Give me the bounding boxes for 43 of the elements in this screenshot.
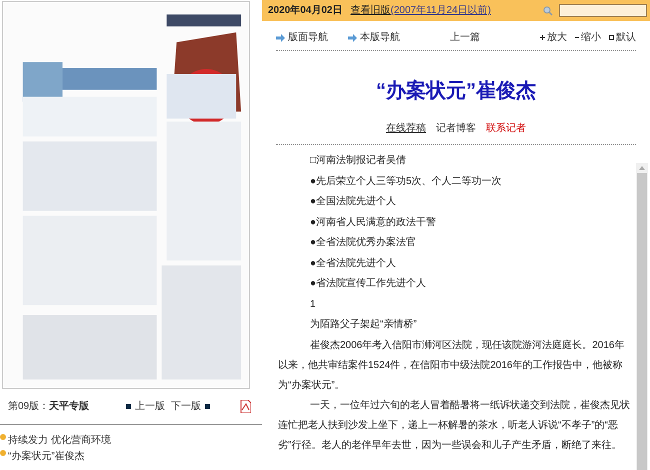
square-icon (609, 35, 614, 40)
text-line: ●先后荣立个人三等功5次、个人二等功一次 (309, 174, 503, 188)
old-edition-link[interactable]: 查看旧版 (350, 3, 390, 18)
font-size-link[interactable]: 默认 (616, 30, 636, 45)
article-action-link[interactable]: 联系记者 (486, 121, 526, 136)
scrollbar[interactable] (636, 163, 648, 470)
next-icon (205, 404, 210, 409)
plus-icon (540, 35, 545, 40)
search-field[interactable] (558, 4, 647, 17)
prev-icon (126, 404, 131, 409)
article-title: “办案状元”崔俊杰 (375, 78, 537, 104)
font-size-link[interactable]: 放大 (547, 30, 567, 45)
arrow-icon (276, 34, 285, 42)
font-size-link[interactable]: 缩小 (581, 30, 601, 45)
minus-icon (575, 37, 579, 38)
text-line: ●全省法院先进个人 (309, 256, 398, 270)
bullet-icon (0, 434, 6, 440)
search-icon (542, 6, 553, 16)
old-edition-range-link[interactable]: (2007年11月24日以前) (390, 3, 491, 18)
bullet-icon (0, 450, 6, 456)
text-line: 1 (309, 298, 317, 312)
text-line: □河南法制报记者吴倩 (309, 154, 408, 168)
next-page-link[interactable]: 下一版 (171, 399, 201, 414)
article-action-link[interactable]: 记者博客 (436, 121, 476, 136)
nav-link[interactable]: 本版导航 (360, 30, 400, 45)
paragraph: 一天，一位年过六旬的老人冒着酷暑将一纸诉状递交到法院，崔俊杰见状连忙把老人扶到沙发上坐下，递上一杯解暑的茶水，听老人诉说“不孝子”的“恶劣”行径。老人的老伴早年去世，因为一些误会和儿子产生矛盾，断绝了来往。 (278, 398, 631, 452)
scroll-up-icon[interactable] (639, 166, 645, 170)
text-line: ●全国法院先进个人 (309, 194, 398, 209)
article-action-link[interactable]: 在线荐稿 (386, 121, 426, 136)
prev-page-link[interactable]: 上一版 (135, 399, 165, 414)
nav-link[interactable]: 上一篇 (450, 30, 480, 45)
arrow-icon (348, 34, 357, 42)
subheading: 为陌路父子架起“亲情桥” (309, 318, 418, 332)
text-line: ●省法院宣传工作先进个人 (309, 276, 428, 291)
pdf-icon[interactable] (240, 400, 251, 413)
text-line: ●全省法院优秀办案法官 (309, 236, 418, 250)
paragraph: 崔俊杰2006年考入信阳市浉河区法院，现任该院游河法庭庭长。2016年以来，他共审结案件1524件，在信阳市中级法院2016年的工作报告中，他被称为“办案状元”。 (278, 338, 626, 392)
nav-link[interactable]: 版面导航 (288, 30, 328, 45)
article-link[interactable]: “办案状元”崔俊杰 (8, 449, 85, 464)
text-line: ●河南省人民满意的政法干警 (309, 216, 438, 230)
article-link[interactable]: 持续发力 优化营商环境 (8, 433, 111, 448)
page-label: 第09版：天平专版 (8, 400, 90, 414)
date-label: 2020年04月02日 (268, 4, 342, 18)
